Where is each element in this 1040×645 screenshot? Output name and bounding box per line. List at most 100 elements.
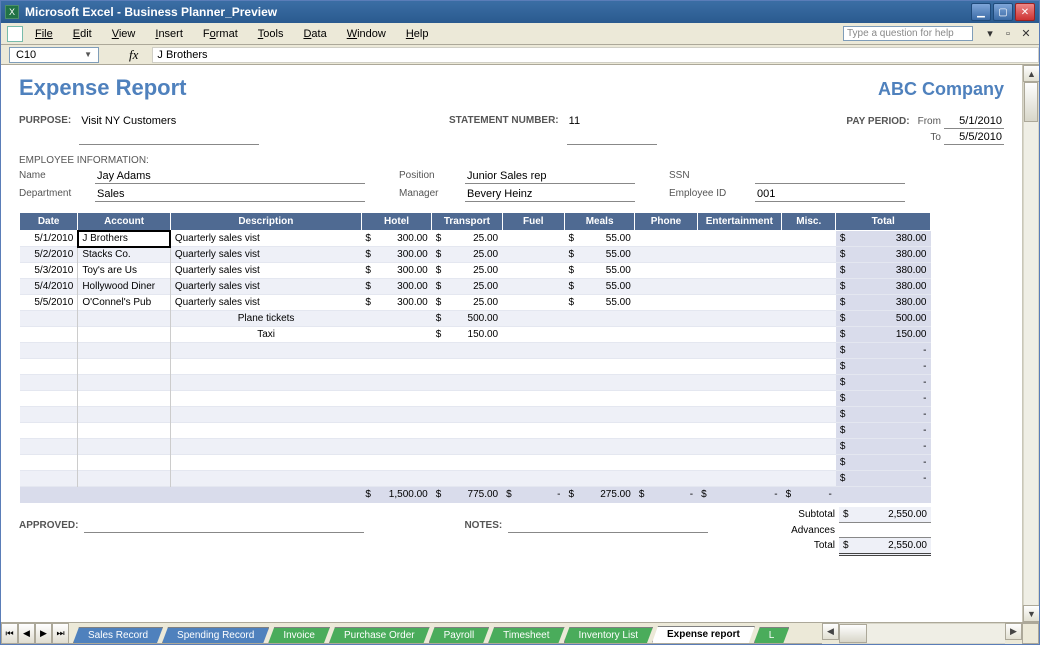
ssn-value[interactable] <box>755 170 905 184</box>
cell[interactable]: 5/1/2010 <box>20 231 78 247</box>
menu-file[interactable]: File <box>27 26 61 42</box>
cell[interactable]: $150.00 <box>432 327 502 343</box>
menu-format[interactable]: Format <box>195 26 246 42</box>
cell[interactable]: Quarterly sales vist <box>170 295 361 311</box>
cell[interactable]: Stacks Co. <box>78 247 171 263</box>
name-value[interactable]: Jay Adams <box>95 170 365 184</box>
cell[interactable] <box>361 375 431 391</box>
cell[interactable] <box>782 423 836 439</box>
table-row[interactable]: 5/4/2010Hollywood DinerQuarterly sales v… <box>20 279 931 295</box>
cell[interactable] <box>502 359 564 375</box>
cell[interactable] <box>361 343 431 359</box>
hscroll-thumb[interactable] <box>839 624 867 643</box>
cell[interactable] <box>564 391 634 407</box>
cell[interactable] <box>782 359 836 375</box>
cell[interactable] <box>782 279 836 295</box>
cell[interactable] <box>20 343 78 359</box>
cell[interactable] <box>78 311 171 327</box>
cell[interactable] <box>697 375 781 391</box>
cell[interactable] <box>502 471 564 487</box>
cell[interactable] <box>20 359 78 375</box>
cell[interactable] <box>78 375 171 391</box>
cell[interactable] <box>170 343 361 359</box>
cell[interactable] <box>432 343 502 359</box>
menu-insert[interactable]: Insert <box>147 26 191 42</box>
cell[interactable] <box>361 407 431 423</box>
cell[interactable]: $- <box>836 439 931 455</box>
cell[interactable] <box>564 439 634 455</box>
cell[interactable] <box>782 231 836 247</box>
cell[interactable] <box>502 343 564 359</box>
department-value[interactable]: Sales <box>95 188 365 202</box>
cell[interactable] <box>635 295 697 311</box>
cell[interactable]: Quarterly sales vist <box>170 279 361 295</box>
cell[interactable]: Taxi <box>170 327 361 343</box>
scroll-thumb[interactable] <box>1024 82 1038 122</box>
manager-value[interactable]: Bevery Heinz <box>465 188 635 202</box>
cell[interactable] <box>782 439 836 455</box>
doc-close-button[interactable]: ✕ <box>1019 27 1033 41</box>
cell[interactable] <box>361 455 431 471</box>
purpose-value[interactable]: Visit NY Customers <box>79 115 259 145</box>
cell[interactable] <box>635 311 697 327</box>
cell[interactable] <box>502 407 564 423</box>
cell[interactable]: $- <box>836 455 931 471</box>
cell[interactable] <box>697 295 781 311</box>
scroll-down-icon[interactable]: ▼ <box>1023 605 1039 622</box>
cell[interactable] <box>697 231 781 247</box>
cell[interactable] <box>170 391 361 407</box>
cell[interactable] <box>170 423 361 439</box>
empid-value[interactable]: 001 <box>755 188 905 202</box>
cell[interactable]: $55.00 <box>564 279 634 295</box>
table-row[interactable]: 5/3/2010Toy's are UsQuarterly sales vist… <box>20 263 931 279</box>
cell[interactable]: $- <box>836 343 931 359</box>
document-icon[interactable] <box>7 26 23 42</box>
table-row[interactable]: $- <box>20 407 931 423</box>
cell[interactable] <box>564 359 634 375</box>
cell[interactable] <box>20 407 78 423</box>
cell[interactable] <box>20 327 78 343</box>
cell[interactable]: $300.00 <box>361 263 431 279</box>
cell[interactable]: J Brothers <box>78 231 171 247</box>
cell[interactable] <box>635 423 697 439</box>
approved-value[interactable] <box>84 520 364 533</box>
table-row[interactable]: 5/2/2010Stacks Co.Quarterly sales vist$3… <box>20 247 931 263</box>
cell[interactable] <box>635 279 697 295</box>
table-row[interactable]: 5/5/2010O'Connel's PubQuarterly sales vi… <box>20 295 931 311</box>
cell[interactable]: $300.00 <box>361 279 431 295</box>
cell[interactable] <box>697 407 781 423</box>
cell[interactable] <box>635 359 697 375</box>
cell[interactable]: O'Connel's Pub <box>78 295 171 311</box>
cell[interactable]: 5/4/2010 <box>20 279 78 295</box>
cell[interactable] <box>502 263 564 279</box>
cell[interactable]: 5/2/2010 <box>20 247 78 263</box>
cell[interactable] <box>697 471 781 487</box>
cell[interactable] <box>697 455 781 471</box>
expense-table[interactable]: DateAccountDescriptionHotelTransportFuel… <box>19 212 931 503</box>
cell[interactable] <box>782 343 836 359</box>
table-row[interactable]: $- <box>20 455 931 471</box>
cell[interactable] <box>697 359 781 375</box>
cell[interactable]: $55.00 <box>564 231 634 247</box>
cell[interactable] <box>170 359 361 375</box>
cell[interactable] <box>502 455 564 471</box>
cell[interactable] <box>432 423 502 439</box>
table-row[interactable]: $- <box>20 359 931 375</box>
cell[interactable] <box>78 455 171 471</box>
cell[interactable] <box>361 359 431 375</box>
cell[interactable] <box>635 263 697 279</box>
cell[interactable] <box>782 327 836 343</box>
help-search-input[interactable]: Type a question for help <box>843 26 973 41</box>
notes-value[interactable] <box>508 520 708 533</box>
cell[interactable]: $500.00 <box>836 311 931 327</box>
cell[interactable] <box>502 375 564 391</box>
name-box[interactable]: C10 ▼ <box>9 47 99 63</box>
table-row[interactable]: $- <box>20 375 931 391</box>
sheet-tab-invoice[interactable]: Invoice <box>268 627 330 643</box>
sheet-tab-payroll[interactable]: Payroll <box>429 627 490 643</box>
table-row[interactable]: 5/1/2010J BrothersQuarterly sales vist$3… <box>20 231 931 247</box>
table-row[interactable]: $- <box>20 423 931 439</box>
cell[interactable] <box>697 247 781 263</box>
cell[interactable]: $300.00 <box>361 295 431 311</box>
position-value[interactable]: Junior Sales rep <box>465 170 635 184</box>
